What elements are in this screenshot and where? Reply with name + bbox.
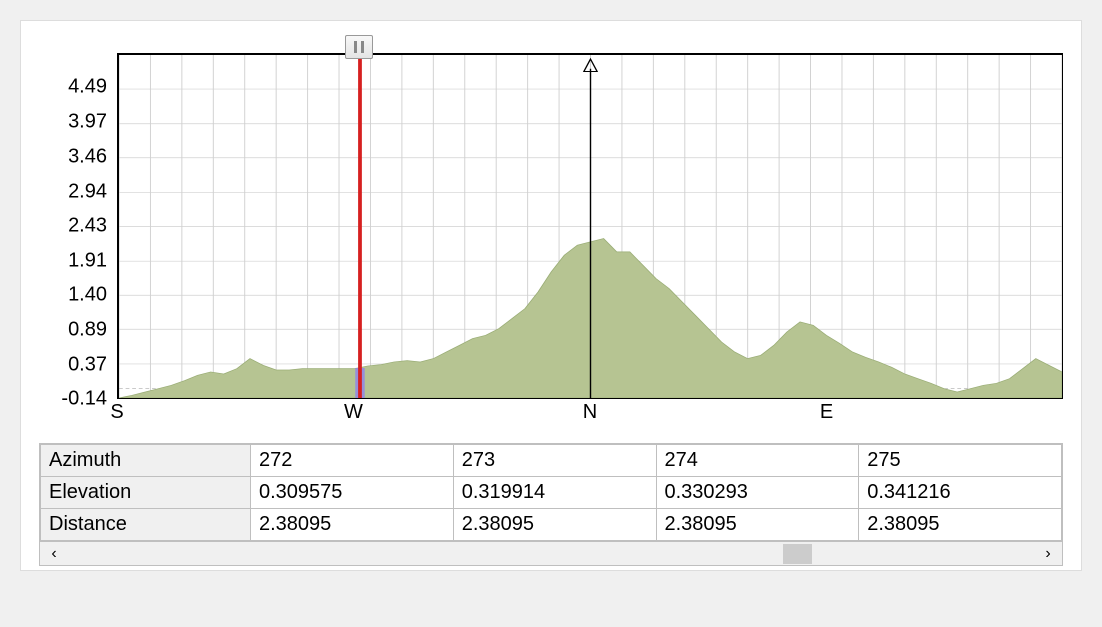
elevation-plot[interactable]	[117, 53, 1063, 399]
y-tick-label: 0.37	[68, 353, 107, 376]
table-cell: 2.38095	[453, 509, 656, 541]
table-cell: 2.38095	[656, 509, 859, 541]
row-header: Azimuth	[41, 445, 251, 477]
table-cell: 0.341216	[859, 477, 1062, 509]
scroll-left-icon[interactable]: ‹	[40, 545, 68, 563]
y-axis: -0.140.370.891.401.912.432.943.463.974.4…	[39, 29, 113, 399]
chart-area: -0.14 0.37 0.89 1.40 1.91 2.43 2.94 3.46 3.97 4.4…	[39, 29, 1063, 429]
table-cell: 0.319914	[453, 477, 656, 509]
table-cell: 274	[656, 445, 859, 477]
table-cell: 0.309575	[251, 477, 454, 509]
table-cell: 0.330293	[656, 477, 859, 509]
table-cell: 2.38095	[251, 509, 454, 541]
row-header: Distance	[41, 509, 251, 541]
table-cell: 275	[859, 445, 1062, 477]
y-tick-label: 0.89	[68, 318, 107, 341]
y-tick-label: 4.49	[68, 76, 107, 99]
scroll-track[interactable]	[68, 542, 1034, 565]
cursor-slider-handle[interactable]	[345, 35, 373, 59]
chart-panel: -0.14 0.37 0.89 1.40 1.91 2.43 2.94 3.46 3.97 4.4…	[20, 20, 1082, 571]
y-tick-label: 3.46	[68, 145, 107, 168]
x-axis: SWNE	[117, 401, 1063, 429]
scroll-thumb[interactable]	[783, 544, 812, 564]
table-cell: 272	[251, 445, 454, 477]
x-tick-label: N	[583, 401, 597, 424]
scroll-right-icon[interactable]: ›	[1034, 545, 1062, 563]
y-tick-label: 2.43	[68, 215, 107, 238]
table-cell: 2.38095	[859, 509, 1062, 541]
data-table: Azimuth272273274275 Elevation0.3095750.31…	[39, 443, 1063, 566]
x-tick-label: E	[820, 401, 833, 424]
x-tick-label: S	[110, 401, 123, 424]
x-tick-label: W	[344, 401, 363, 424]
y-tick-label: 2.94	[68, 180, 107, 203]
y-tick-label: 1.40	[68, 284, 107, 307]
y-tick-label: 3.97	[68, 111, 107, 134]
y-tick-label: -0.14	[61, 388, 107, 411]
row-header: Elevation	[41, 477, 251, 509]
horizontal-scrollbar[interactable]: ‹ ›	[40, 541, 1062, 565]
table-cell: 273	[453, 445, 656, 477]
y-tick-label: 1.91	[68, 250, 107, 273]
